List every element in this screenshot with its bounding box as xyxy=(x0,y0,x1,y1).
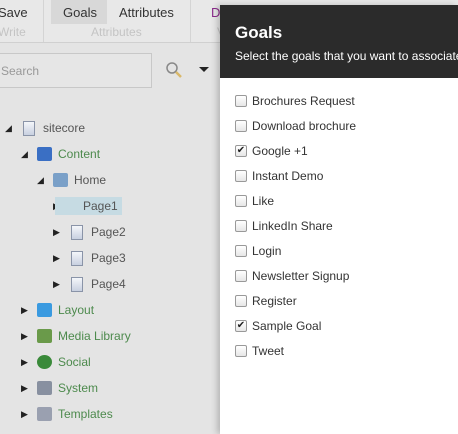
goal-item[interactable]: Tweet xyxy=(235,344,284,358)
goal-checkbox[interactable] xyxy=(235,120,247,132)
goal-item[interactable]: Login xyxy=(235,244,281,258)
layout-icon xyxy=(37,303,52,317)
attributes-button[interactable]: Attributes xyxy=(119,5,174,20)
goal-item[interactable]: Newsletter Signup xyxy=(235,269,349,283)
expand-arrow-icon[interactable]: ▶ xyxy=(53,253,63,264)
page-icon xyxy=(71,224,83,240)
page-icon xyxy=(23,120,35,136)
tree-item[interactable]: ▶ Layout xyxy=(21,299,94,321)
goal-checkbox[interactable] xyxy=(235,220,247,232)
tree-item-label: Home xyxy=(74,173,107,187)
goal-checkbox[interactable]: ✔ xyxy=(235,145,247,157)
goal-label: Brochures Request xyxy=(252,94,355,108)
goal-label: LinkedIn Share xyxy=(252,219,333,233)
dialog-header: Goals Select the goals that you want to … xyxy=(220,5,458,78)
goal-label: Newsletter Signup xyxy=(252,269,350,283)
media-library-icon xyxy=(37,329,52,343)
collapse-arrow-icon[interactable]: ◢ xyxy=(5,123,15,134)
dialog-subtitle: Select the goals that you want to associ… xyxy=(235,49,458,63)
tree-item-label: Page3 xyxy=(91,251,126,265)
tree-item-label: Page1 xyxy=(55,197,122,215)
search-input[interactable]: Search xyxy=(0,53,152,88)
goal-checkbox[interactable]: ✔ xyxy=(235,320,247,332)
goals-dialog: Goals Select the goals that you want to … xyxy=(220,5,458,434)
tree-item-label: System xyxy=(58,381,99,395)
tree-item[interactable]: ▶ Templates xyxy=(21,403,113,425)
expand-arrow-icon[interactable]: ▶ xyxy=(21,357,31,368)
write-group-label: Write xyxy=(0,25,26,39)
goal-checkbox[interactable] xyxy=(235,195,247,207)
goal-checkbox[interactable] xyxy=(235,170,247,182)
goal-item[interactable]: Brochures Request xyxy=(235,94,355,108)
goal-item[interactable]: Download brochure xyxy=(235,119,356,133)
goal-item[interactable]: LinkedIn Share xyxy=(235,219,333,233)
collapse-arrow-icon[interactable]: ◢ xyxy=(37,175,47,186)
collapse-arrow-icon[interactable]: ◢ xyxy=(21,149,31,160)
goal-label: Sample Goal xyxy=(252,319,322,333)
tree-item[interactable]: ▶ Social xyxy=(21,351,91,373)
tree-item[interactable]: ◢ sitecore xyxy=(5,117,85,139)
goals-button[interactable]: Goals xyxy=(63,5,97,20)
dialog-title: Goals xyxy=(235,23,283,42)
tree-item-label: Media Library xyxy=(58,329,131,343)
social-icon xyxy=(37,355,52,369)
goal-label: Instant Demo xyxy=(252,169,324,183)
goal-checkbox[interactable] xyxy=(235,345,247,357)
goal-label: Register xyxy=(252,294,297,308)
tree-item-label: Page4 xyxy=(91,277,126,291)
expand-arrow-icon[interactable]: ▶ xyxy=(21,383,31,394)
goal-label: Login xyxy=(252,244,282,258)
goal-label: Download brochure xyxy=(252,119,357,133)
tree-item-label: Templates xyxy=(58,407,113,421)
divider xyxy=(43,0,44,42)
attributes-group-label: Attributes xyxy=(91,25,142,39)
dropdown-arrow-icon[interactable] xyxy=(199,67,209,73)
search-icon[interactable] xyxy=(165,61,183,79)
content-icon xyxy=(37,147,52,161)
goal-checkbox[interactable] xyxy=(235,270,247,282)
system-icon xyxy=(37,381,52,395)
goal-item[interactable]: ✔ Sample Goal xyxy=(235,319,321,333)
templates-icon xyxy=(37,407,52,421)
tree-item-label: Layout xyxy=(58,303,95,317)
tree-item[interactable]: ▶ System xyxy=(21,377,98,399)
tree-item[interactable]: ▶ Page4 xyxy=(53,273,126,295)
goal-item[interactable]: Instant Demo xyxy=(235,169,323,183)
d-button[interactable]: D xyxy=(211,5,220,20)
tree-item-label: Social xyxy=(58,355,91,369)
tree-item[interactable]: ▶Page1 xyxy=(53,195,122,217)
home-icon xyxy=(53,173,68,187)
expand-arrow-icon[interactable]: ▶ xyxy=(21,409,31,420)
goal-checkbox[interactable] xyxy=(235,295,247,307)
goal-item[interactable]: ✔ Google +1 xyxy=(235,144,308,158)
tree-item-label: sitecore xyxy=(43,121,86,135)
divider xyxy=(190,0,191,42)
goal-item[interactable]: Like xyxy=(235,194,274,208)
goal-label: Tweet xyxy=(252,344,285,358)
goal-checkbox[interactable] xyxy=(235,245,247,257)
goal-label: Google +1 xyxy=(252,144,308,158)
expand-arrow-icon[interactable]: ▶ xyxy=(53,279,63,290)
tree-item[interactable]: ◢ Home xyxy=(37,169,106,191)
tree-item-label: Content xyxy=(58,147,101,161)
tree-item[interactable]: ▶ Page3 xyxy=(53,247,126,269)
page-icon xyxy=(71,276,83,292)
page-icon xyxy=(71,250,83,266)
tree-item-label: Page2 xyxy=(91,225,126,239)
goal-item[interactable]: Register xyxy=(235,294,297,308)
expand-arrow-icon[interactable]: ▶ xyxy=(53,227,63,238)
goal-label: Like xyxy=(252,194,275,208)
save-button[interactable]: Save xyxy=(0,5,28,20)
tree-item[interactable]: ▶ Page2 xyxy=(53,221,126,243)
tree-item[interactable]: ▶ Media Library xyxy=(21,325,131,347)
goal-checkbox[interactable] xyxy=(235,95,247,107)
expand-arrow-icon[interactable]: ▶ xyxy=(21,305,31,316)
tree-item[interactable]: ◢ Content xyxy=(21,143,100,165)
expand-arrow-icon[interactable]: ▶ xyxy=(21,331,31,342)
